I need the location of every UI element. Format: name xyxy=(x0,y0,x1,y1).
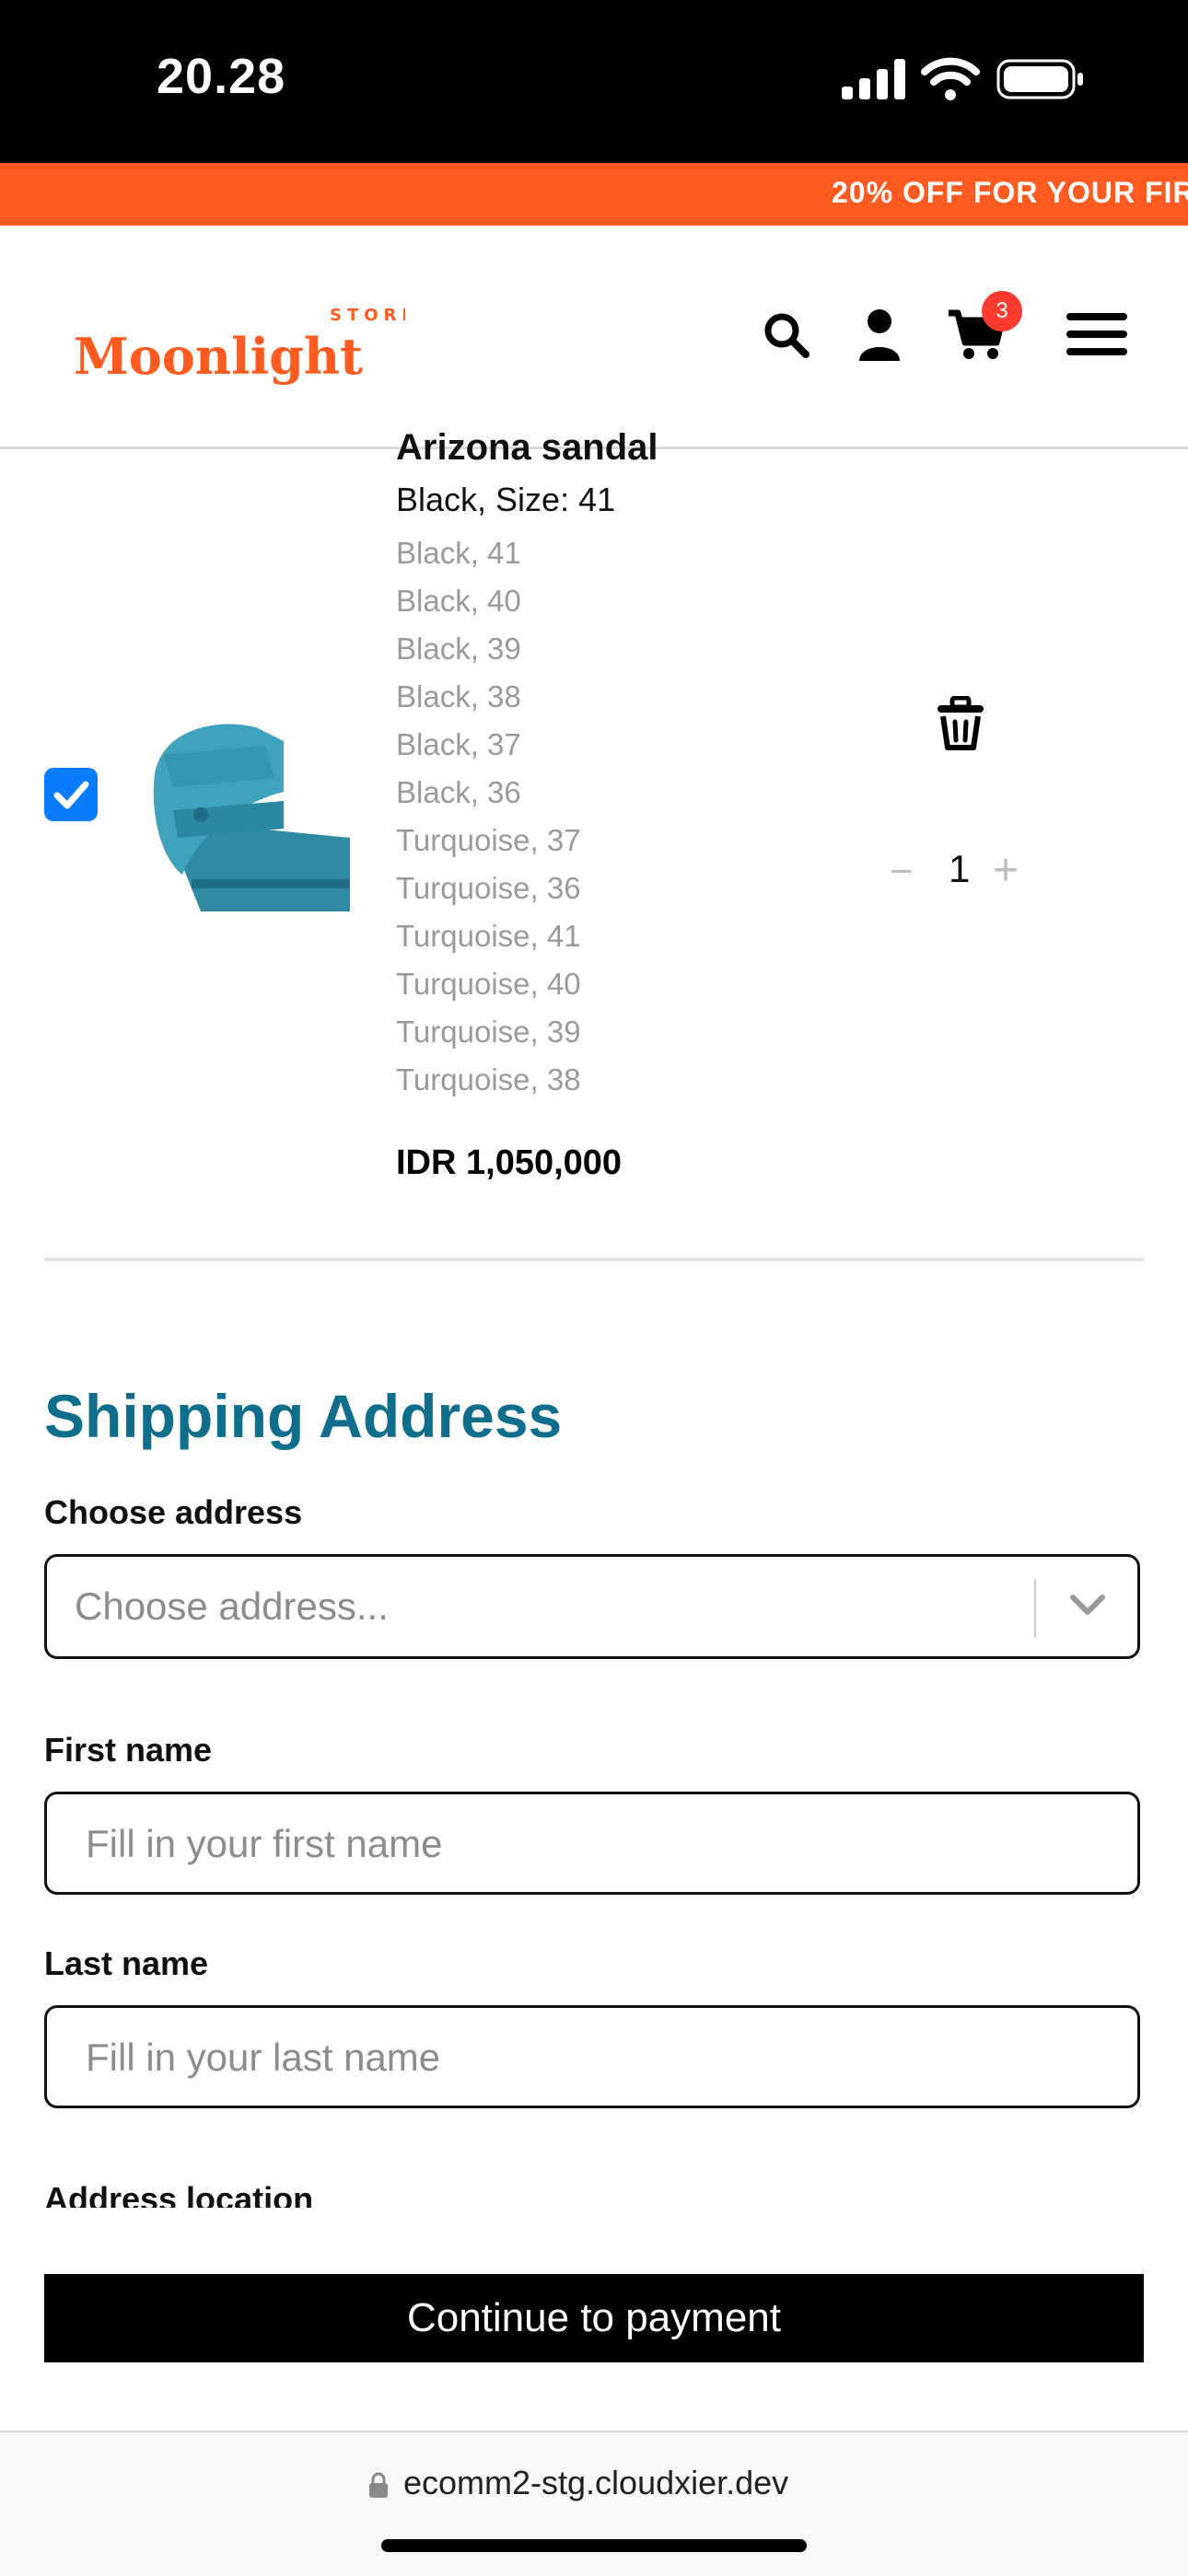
select-separator xyxy=(1034,1579,1036,1638)
delete-item-icon[interactable] xyxy=(936,696,985,751)
variant-option[interactable]: Black, 37 xyxy=(396,727,521,762)
url-text[interactable]: ecomm2-stg.cloudxier.dev xyxy=(403,2464,788,2502)
address-location-label: Address location xyxy=(44,2180,314,2208)
increase-quantity-button[interactable]: + xyxy=(993,845,1019,896)
cellular-signal-icon xyxy=(842,59,905,99)
variant-option[interactable]: Turquoise, 40 xyxy=(396,967,581,1002)
first-name-label: First name xyxy=(44,1731,213,1769)
choose-address-label: Choose address xyxy=(44,1493,303,1531)
variant-option[interactable]: Turquoise, 41 xyxy=(396,919,581,954)
wifi-icon xyxy=(921,57,980,100)
quantity-value: 1 xyxy=(949,847,971,890)
product-image xyxy=(153,724,350,911)
variant-option[interactable]: Black, 40 xyxy=(396,584,521,619)
variant-option[interactable]: Turquoise, 38 xyxy=(396,1062,581,1097)
account-icon[interactable] xyxy=(856,307,903,361)
first-name-placeholder: Fill in your first name xyxy=(86,1822,443,1865)
promo-text: 20% OFF FOR YOUR FIRST xyxy=(832,176,1188,209)
status-time: 20.28 xyxy=(157,49,286,104)
section-divider xyxy=(44,1258,1144,1261)
search-icon[interactable] xyxy=(763,311,810,359)
moonlight-store-logo[interactable]: Moonlight STORE xyxy=(74,293,405,394)
item-price: IDR 1,050,000 xyxy=(396,1143,623,1182)
svg-text:STORE: STORE xyxy=(330,306,405,325)
last-name-field[interactable]: Fill in your last name xyxy=(44,2005,1140,2108)
product-title: Arizona sandal xyxy=(396,427,658,468)
shipping-address-title: Shipping Address xyxy=(44,1382,563,1450)
choose-address-select[interactable]: Choose address... xyxy=(44,1554,1140,1659)
checkmark-icon xyxy=(53,781,89,809)
promo-banner: 20% OFF FOR YOUR FIRST xyxy=(0,163,1188,226)
item-select-checkbox[interactable] xyxy=(44,768,98,821)
menu-icon[interactable] xyxy=(1066,313,1127,355)
variant-option[interactable]: Turquoise, 37 xyxy=(396,823,581,858)
choose-address-placeholder: Choose address... xyxy=(75,1584,389,1628)
variant-option[interactable]: Black, 38 xyxy=(396,679,521,714)
battery-icon xyxy=(996,59,1083,99)
chevron-down-icon xyxy=(1070,1595,1105,1615)
continue-to-payment-button[interactable]: Continue to payment xyxy=(44,2274,1144,2362)
home-indicator[interactable] xyxy=(381,2539,807,2552)
cart-count-badge: 3 xyxy=(982,291,1022,331)
browser-url-bar[interactable] xyxy=(0,2431,1188,2576)
variant-option[interactable]: Black, 36 xyxy=(396,775,521,810)
variant-option[interactable]: Black, 41 xyxy=(396,536,521,571)
selected-variant: Black, Size: 41 xyxy=(396,481,616,518)
variant-option[interactable]: Black, 39 xyxy=(396,632,521,667)
variant-option[interactable]: Turquoise, 36 xyxy=(396,871,581,906)
last-name-label: Last name xyxy=(44,1944,209,1982)
last-name-placeholder: Fill in your last name xyxy=(86,2036,441,2079)
lock-icon xyxy=(369,2472,388,2498)
svg-text:Moonlight: Moonlight xyxy=(74,327,363,386)
variant-option[interactable]: Turquoise, 39 xyxy=(396,1015,581,1050)
first-name-field[interactable]: Fill in your first name xyxy=(44,1792,1140,1895)
decrease-quantity-button[interactable]: − xyxy=(890,849,914,895)
